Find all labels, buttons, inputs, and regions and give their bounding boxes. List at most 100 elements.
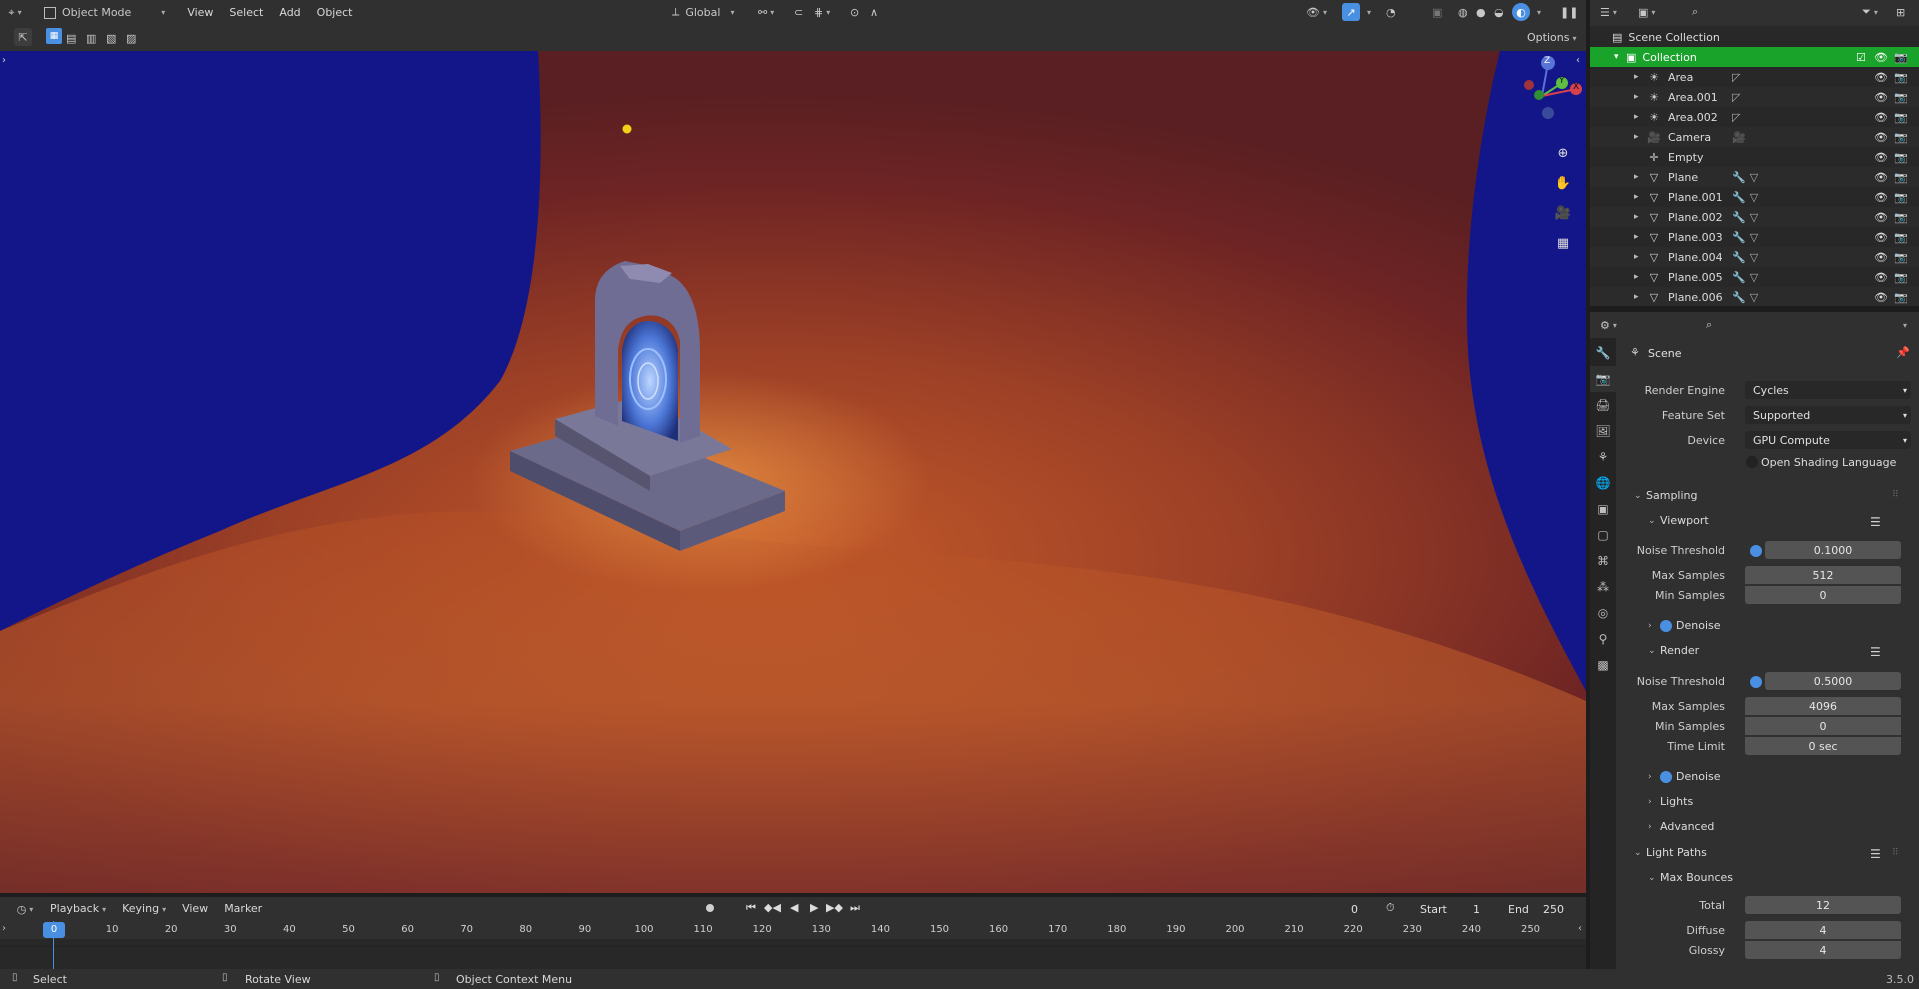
eye-icon[interactable]: 👁 [1874, 151, 1888, 164]
expand-arrow-icon[interactable]: ▸ [1634, 112, 1646, 122]
snap-target-icon[interactable]: ⋕ ▾ [814, 2, 830, 22]
render-camera-icon[interactable]: 📷 [1894, 71, 1908, 84]
options-dropdown[interactable]: Options ▾ [1527, 31, 1576, 44]
navigation-gizmo[interactable]: Z Y X [1494, 51, 1586, 131]
material-shading-icon[interactable]: ◒ [1494, 2, 1504, 22]
eye-icon[interactable]: 👁 [1874, 111, 1888, 124]
tool-tab-icon[interactable]: 🔧 [1590, 340, 1616, 366]
sampling-panel-header[interactable]: ⌄ Sampling [1634, 489, 1698, 502]
timeline-editor-icon[interactable]: ◷ ▾ [8, 899, 42, 919]
eye-icon[interactable]: 👁 [1874, 191, 1888, 204]
r-denoise-subpanel-header[interactable]: › Denoise [1648, 770, 1721, 783]
menu-timeline-view[interactable]: View [174, 897, 216, 921]
outliner-item[interactable]: ▸ ▽ Plane.002 🔧 ▽ 👁 📷 [1590, 207, 1919, 227]
zoom-icon[interactable]: ⊕ [1552, 142, 1574, 164]
eye-icon[interactable]: 👁 [1874, 71, 1888, 84]
render-camera-icon[interactable]: 📷 [1894, 211, 1908, 224]
expand-arrow-icon[interactable]: ▸ [1634, 192, 1646, 202]
object-tab-icon[interactable]: ▢ [1590, 522, 1616, 548]
expand-arrow-icon[interactable]: ▸ [1634, 132, 1646, 142]
chevron-down-icon[interactable]: ▾ [1534, 2, 1541, 22]
visibility-icon[interactable]: 👁 ▾ [1306, 2, 1327, 22]
output-tab-icon[interactable]: 🖨 [1590, 392, 1616, 418]
osl-checkbox[interactable] [1746, 456, 1758, 468]
r-min-samples-field[interactable]: 0 [1745, 717, 1901, 735]
overlays-icon[interactable]: ◔ [1386, 2, 1396, 22]
vp-min-samples-field[interactable]: 0 [1745, 586, 1901, 604]
record-icon[interactable] [706, 904, 714, 912]
glossy-bounces-field[interactable]: 4 [1745, 941, 1901, 959]
eye-icon[interactable]: 👁 [1874, 51, 1888, 64]
wireframe-shading-icon[interactable]: ◍ [1458, 2, 1468, 22]
expand-arrow-icon[interactable]: ▸ [1634, 212, 1646, 222]
render-camera-icon[interactable]: 📷 [1894, 271, 1908, 284]
menu-add[interactable]: Add [271, 0, 308, 25]
render-camera-icon[interactable]: 📷 [1894, 91, 1908, 104]
outliner-item[interactable]: ▸ 🎥 Camera 🎥 👁 📷 [1590, 127, 1919, 147]
orientation-dropdown[interactable]: ⟂ Global ▾ [672, 2, 734, 22]
select-extend-icon[interactable]: ▤ [66, 28, 76, 48]
jump-end-icon[interactable]: ⏭ [850, 901, 860, 915]
pin-icon[interactable]: 📌 [1896, 346, 1910, 359]
r-adaptive-sampling-checkbox[interactable] [1750, 676, 1762, 688]
search-icon[interactable]: ⌕ [1692, 2, 1698, 22]
scene-tab-icon[interactable]: ⚘ [1590, 444, 1616, 470]
render-camera-icon[interactable]: 📷 [1894, 111, 1908, 124]
outliner-item[interactable]: ▸ ☀ Area.001 ◸ 👁 📷 [1590, 87, 1919, 107]
device-dropdown[interactable]: GPU Compute ▾ [1745, 431, 1911, 449]
end-frame-field[interactable]: 250 [1540, 903, 1564, 916]
chevron-right-icon[interactable]: › [2, 923, 6, 934]
pan-hand-icon[interactable]: ✋ [1552, 172, 1574, 194]
prev-keyframe-icon[interactable]: ◆◀ [764, 901, 781, 914]
presets-list-icon[interactable]: ☰ [1870, 847, 1881, 861]
expand-arrow-icon[interactable]: ▸ [1634, 72, 1646, 82]
timeline-body[interactable]: › ‹ 10 20 30 40 50 60 70 80 90 100 110 120 130 140 150… [0, 921, 1586, 969]
outliner-editor-icon[interactable]: ☰ ▾ [1600, 2, 1617, 22]
vp-max-samples-field[interactable]: 512 [1745, 566, 1901, 584]
eye-icon[interactable]: 👁 [1874, 291, 1888, 304]
render-camera-icon[interactable]: 📷 [1894, 291, 1908, 304]
texture-tab-icon[interactable]: ▩ [1590, 652, 1616, 678]
constraints-tab-icon[interactable]: ⚲ [1590, 626, 1616, 652]
outliner-item[interactable]: ▸ ☀ Area ◸ 👁 📷 [1590, 67, 1919, 87]
expand-arrow-icon[interactable]: ▸ [1634, 232, 1646, 242]
new-collection-icon[interactable]: ⊞ [1896, 2, 1905, 22]
sidebar-expand-icon[interactable]: ‹ [1576, 55, 1580, 66]
render-tab-icon[interactable]: 📷 [1590, 366, 1616, 392]
outliner-item[interactable]: ▸ ▽ Plane 🔧 ▽ 👁 📷 [1590, 167, 1919, 187]
eye-icon[interactable]: 👁 [1874, 91, 1888, 104]
diffuse-bounces-field[interactable]: 4 [1745, 921, 1901, 939]
outliner-item[interactable]: ▸ ▽ Plane.004 🔧 ▽ 👁 📷 [1590, 247, 1919, 267]
camera-view-icon[interactable]: 🎥 [1552, 202, 1574, 224]
expand-arrow-icon[interactable]: ▸ [1634, 272, 1646, 282]
menu-keying[interactable]: Keying ▾ [114, 897, 174, 922]
drag-handle-icon[interactable]: ⠿ [1892, 490, 1899, 500]
vp-noise-threshold-field[interactable]: 0.1000 [1765, 541, 1901, 559]
render-camera-icon[interactable]: 📷 [1894, 131, 1908, 144]
eye-icon[interactable]: 👁 [1874, 131, 1888, 144]
editor-type-icon[interactable]: ⌖ ▾ [0, 3, 30, 23]
chevron-down-icon[interactable]: ▾ [1364, 2, 1371, 22]
outliner-item[interactable]: ▸ ▽ Plane.003 🔧 ▽ 👁 📷 [1590, 227, 1919, 247]
render-camera-icon[interactable]: 📷 [1894, 231, 1908, 244]
start-frame-field[interactable]: 1 [1470, 903, 1480, 916]
menu-playback[interactable]: Playback ▾ [42, 897, 114, 922]
current-frame-field[interactable]: 0 [1328, 903, 1358, 916]
eye-icon[interactable]: 👁 [1874, 271, 1888, 284]
viewport-subpanel-header[interactable]: ⌄ Viewport [1648, 514, 1709, 527]
expand-arrow-icon[interactable]: ▸ [1634, 172, 1646, 182]
display-mode-icon[interactable]: ▣ ▾ [1638, 2, 1655, 22]
presets-list-icon[interactable]: ☰ [1870, 645, 1881, 659]
collection-row[interactable]: ▾ ▣ Collection ☑ 👁 📷 [1590, 47, 1919, 67]
render-camera-icon[interactable]: 📷 [1894, 191, 1908, 204]
expand-arrow-icon[interactable]: ▸ [1634, 92, 1646, 102]
view-layer-tab-icon[interactable]: 🖼 [1590, 418, 1616, 444]
presets-list-icon[interactable]: ☰ [1870, 515, 1881, 529]
menu-view[interactable]: View [179, 0, 221, 25]
advanced-subpanel-header[interactable]: › Advanced [1648, 820, 1714, 833]
expand-arrow-icon[interactable]: ▸ [1634, 252, 1646, 262]
stopwatch-icon[interactable]: ⏱ [1386, 901, 1395, 915]
light-paths-panel-header[interactable]: ⌄ Light Paths [1634, 846, 1707, 859]
r-denoise-checkbox[interactable] [1660, 770, 1672, 783]
next-keyframe-icon[interactable]: ▶◆ [826, 901, 843, 914]
